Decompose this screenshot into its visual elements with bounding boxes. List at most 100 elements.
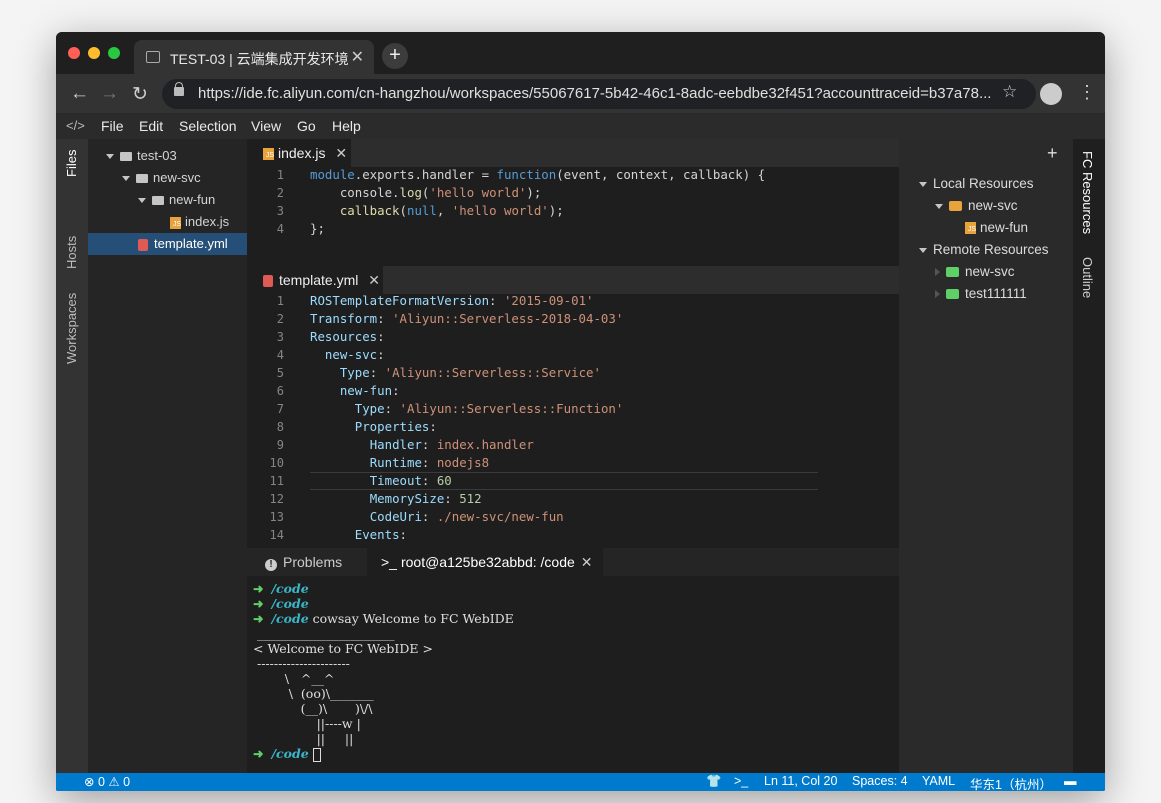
code-line: Handler: index.handler: [369, 437, 534, 452]
tree-item-remote-test111111[interactable]: test111111: [935, 283, 1027, 305]
terminal-prompt: /code: [271, 596, 309, 611]
service-icon: [946, 289, 959, 300]
terminal-prompt: /code: [271, 611, 309, 626]
tree-item-new-svc[interactable]: new-svc: [88, 167, 247, 189]
info-icon: !: [265, 559, 277, 571]
code-line: };: [310, 221, 325, 236]
ide-menu-bar: </> File Edit Selection View Go Help: [56, 114, 1105, 139]
yaml-file-icon: [263, 275, 273, 288]
menu-edit[interactable]: Edit: [139, 118, 163, 134]
tab-workspaces[interactable]: Workspaces: [64, 293, 79, 364]
line-number: 1: [276, 294, 284, 308]
tree-item-new-fun[interactable]: new-fun: [88, 189, 247, 211]
folder-icon: [136, 174, 148, 184]
notifications-icon[interactable]: ▬: [1064, 774, 1077, 788]
close-tab-icon[interactable]: ✕: [335, 145, 347, 161]
tab-template-yml[interactable]: template.yml ✕: [247, 266, 383, 294]
tab-hosts[interactable]: Hosts: [64, 236, 79, 269]
tab-terminal[interactable]: >_ root@a125be32abbd: /code ✕: [367, 548, 603, 576]
reload-icon[interactable]: ↻: [132, 83, 148, 106]
line-number: 4: [276, 348, 284, 362]
address-bar[interactable]: https://ide.fc.aliyun.com/cn-hangzhou/wo…: [162, 79, 1036, 109]
close-tab-icon[interactable]: ✕: [368, 272, 380, 288]
language-mode[interactable]: YAML: [922, 774, 955, 788]
maximize-window-button[interactable]: [108, 47, 120, 59]
terminal-line: ➜ /code cowsay Welcome to FC WebIDE: [253, 611, 514, 626]
tree-item-label: new-svc: [965, 264, 1015, 279]
terminal-output: ______________________: [253, 626, 395, 641]
tab-index-js[interactable]: JS index.js ✕: [247, 139, 351, 167]
terminal-output: ----------------------: [253, 656, 350, 671]
chevron-down-icon: [106, 154, 114, 160]
chevron-down-icon: [919, 247, 927, 253]
tree-item-label: index.js: [185, 214, 230, 229]
chevron-down-icon: [122, 176, 130, 182]
line-number: 14: [269, 528, 284, 542]
chevron-down-icon: [935, 203, 943, 209]
line-number: 3: [276, 330, 284, 344]
terminal[interactable]: ➜ /code ➜ /code ➜ /code cowsay Welcome t…: [247, 576, 899, 773]
browser-menu-icon[interactable]: ⋮: [1078, 82, 1096, 103]
new-tab-button[interactable]: +: [382, 43, 408, 69]
tree-item-remote-new-svc[interactable]: new-svc: [935, 261, 1015, 283]
tshirt-icon[interactable]: 👕: [706, 774, 722, 789]
line-number: 8: [276, 420, 284, 434]
tab-outline[interactable]: Outline: [1080, 257, 1095, 298]
menu-file[interactable]: File: [101, 118, 124, 134]
line-number: 2: [276, 312, 284, 326]
minimize-window-button[interactable]: [88, 47, 100, 59]
profile-avatar[interactable]: [1040, 83, 1062, 105]
tree-item-remote-resources[interactable]: Remote Resources: [919, 239, 1049, 261]
close-tab-icon[interactable]: ✕: [351, 47, 364, 67]
chevron-right-icon: [935, 290, 940, 299]
tree-item-label: Local Resources: [933, 176, 1034, 191]
code-line: Resources:: [310, 329, 385, 344]
tree-item-local-new-svc[interactable]: new-svc: [935, 195, 1018, 217]
chevron-down-icon: [138, 198, 146, 204]
browser-tab[interactable]: TEST-03 | 云端集成开发环境 ✕: [134, 40, 374, 74]
tree-item-label: new-svc: [968, 198, 1018, 213]
menu-go[interactable]: Go: [297, 118, 316, 134]
tree-item-index-js[interactable]: JS index.js: [88, 211, 247, 233]
region-status[interactable]: 华东1（杭州）: [970, 774, 1052, 791]
url-text: https://ide.fc.aliyun.com/cn-hangzhou/wo…: [198, 85, 992, 102]
line-number: 5: [276, 366, 284, 380]
close-tab-icon[interactable]: ✕: [581, 554, 593, 570]
back-arrow-icon[interactable]: ←: [70, 83, 89, 105]
tab-files[interactable]: Files: [64, 150, 79, 177]
tree-item-template-yml[interactable]: template.yml: [88, 233, 247, 255]
forward-arrow-icon[interactable]: →: [100, 83, 119, 105]
tab-fc-resources[interactable]: FC Resources: [1080, 151, 1095, 234]
terminal-output: ||----w |: [253, 716, 361, 731]
menu-selection[interactable]: Selection: [179, 118, 237, 134]
tree-item-test-03[interactable]: test-03: [88, 145, 247, 167]
code-line: MemorySize: 512: [369, 491, 482, 506]
problems-status[interactable]: ⊗ 0 ⚠ 0: [84, 774, 130, 789]
terminal-output: \ ^__^: [253, 671, 335, 686]
terminal-output: (__)\ )\/\: [253, 701, 373, 716]
tree-item-local-new-fun[interactable]: JS new-fun: [965, 217, 1028, 239]
close-window-button[interactable]: [68, 47, 80, 59]
activity-bar: Files Hosts Workspaces: [56, 139, 88, 773]
menu-view[interactable]: View: [251, 118, 281, 134]
code-line: Type: 'Aliyun::Serverless::Service': [339, 365, 601, 380]
indentation-status[interactable]: Spaces: 4: [852, 774, 908, 788]
chevron-right-icon: [935, 268, 940, 277]
terminal-line: ➜ /code: [253, 596, 309, 611]
add-resource-button[interactable]: +: [1047, 143, 1058, 164]
tab-problems[interactable]: ! Problems: [265, 554, 342, 571]
cursor-position[interactable]: Ln 11, Col 20: [764, 774, 837, 788]
code-line: console.log('hello world');: [310, 185, 542, 200]
menu-help[interactable]: Help: [332, 118, 361, 134]
terminal-toggle-icon[interactable]: >_: [734, 774, 748, 788]
line-number: 10: [269, 456, 284, 470]
bookmark-star-icon[interactable]: ☆: [1002, 82, 1017, 102]
code-line: Timeout: 60: [369, 473, 452, 488]
tab-label: root@a125be32abbd: /code: [400, 554, 575, 570]
terminal-line: ➜ /code: [253, 581, 309, 596]
code-line: new-fun:: [339, 383, 400, 398]
service-icon: [946, 267, 959, 278]
tree-item-local-resources[interactable]: Local Resources: [919, 173, 1034, 195]
folder-icon: [120, 152, 132, 162]
tree-item-label: template.yml: [154, 236, 228, 251]
